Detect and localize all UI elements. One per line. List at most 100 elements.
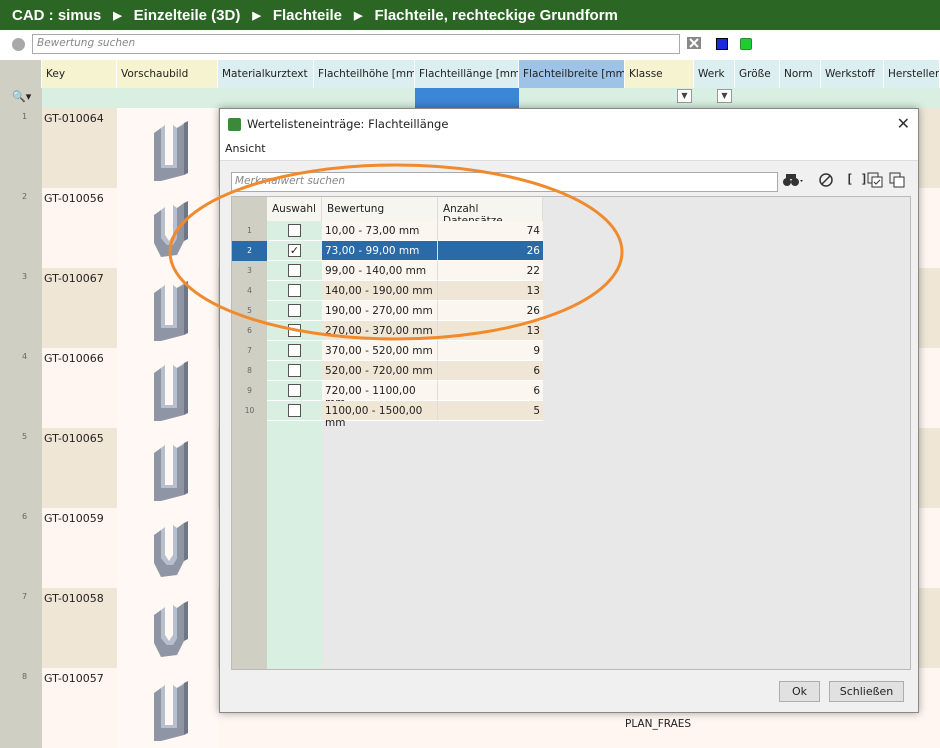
value-row-number: 3 xyxy=(247,266,252,275)
value-count: 22 xyxy=(438,261,543,281)
ok-button[interactable]: Ok xyxy=(779,681,820,702)
checkbox[interactable] xyxy=(288,364,301,377)
value-row-number: 10 xyxy=(244,406,255,415)
value-row[interactable]: 6 270,00 - 370,00 mm 13 xyxy=(232,321,543,341)
breadcrumb-item[interactable]: CAD : simus xyxy=(0,7,113,24)
value-row-number: 4 xyxy=(247,286,252,295)
checkbox[interactable] xyxy=(288,404,301,417)
col-header-11[interactable]: Hersteller xyxy=(884,60,940,88)
col-header-0[interactable]: Key xyxy=(42,60,117,88)
col-header-6[interactable]: Klasse xyxy=(625,60,694,88)
breadcrumb-item[interactable]: Flachteile, rechteckige Grundform xyxy=(363,7,630,24)
checkbox[interactable] xyxy=(288,284,301,297)
value-label: 190,00 - 270,00 mm xyxy=(322,301,438,321)
value-label: 10,00 - 73,00 mm xyxy=(322,221,438,241)
no-filter-icon[interactable] xyxy=(818,172,834,192)
breadcrumb-item[interactable]: Flachteile xyxy=(261,7,354,24)
dialog-app-icon xyxy=(228,117,241,131)
preview-image xyxy=(117,668,218,748)
col-header-7[interactable]: Werk xyxy=(694,60,735,88)
checkbox[interactable] xyxy=(288,264,301,277)
dialog-titlebar: Wertelisteneinträge: Flachteillänge ✕ xyxy=(220,109,918,139)
value-count: 5 xyxy=(438,401,543,421)
checkbox[interactable] xyxy=(288,324,301,337)
value-row[interactable]: 1 10,00 - 73,00 mm 74 xyxy=(232,221,543,241)
value-label: 73,00 - 99,00 mm xyxy=(322,241,438,261)
binoculars-icon[interactable] xyxy=(782,172,806,192)
checkbox[interactable] xyxy=(288,304,301,317)
checkbox[interactable] xyxy=(288,384,301,397)
status-circle-icon xyxy=(12,37,25,51)
schliessen-button[interactable]: Schließen xyxy=(829,681,904,702)
preview-image xyxy=(117,428,218,508)
filter-row: 🔍▾ ▼ ▼ xyxy=(0,88,940,108)
value-row[interactable]: 2 ✓ 73,00 - 99,00 mm 26 xyxy=(232,241,543,261)
value-label: 99,00 - 140,00 mm xyxy=(322,261,438,281)
value-count: 13 xyxy=(438,321,543,341)
value-count: 26 xyxy=(438,241,543,261)
copy-checked-icon[interactable] xyxy=(867,172,883,192)
search-bar: Bewertung suchen xyxy=(0,30,940,58)
row-key: GT-010057 xyxy=(42,668,117,748)
menu-ansicht[interactable]: Ansicht xyxy=(225,142,266,155)
preview-image xyxy=(117,348,218,428)
copy-icon[interactable] xyxy=(889,172,905,192)
value-row-number: 1 xyxy=(247,226,252,235)
row-number: 1 xyxy=(0,108,42,188)
breadcrumb-item[interactable]: Einzelteile (3D) xyxy=(122,7,253,24)
value-row[interactable]: 8 520,00 - 720,00 mm 6 xyxy=(232,361,543,381)
close-icon[interactable]: ✕ xyxy=(897,114,910,133)
value-label: 270,00 - 370,00 mm xyxy=(322,321,438,341)
value-count: 74 xyxy=(438,221,543,241)
value-row-number: 9 xyxy=(247,386,252,395)
row-number: 8 xyxy=(0,668,42,748)
klasse-cell-text: PLAN_FRAES xyxy=(625,718,692,730)
filter-icon[interactable]: 🔍▾ xyxy=(12,90,31,103)
werk-dropdown[interactable]: ▼ xyxy=(717,89,732,103)
preview-image xyxy=(117,108,218,188)
value-row[interactable]: 4 140,00 - 190,00 mm 13 xyxy=(232,281,543,301)
value-search-input[interactable]: Merkmalwert suchen xyxy=(231,172,778,192)
col-header-bewertung[interactable]: Bewertung xyxy=(322,197,438,221)
value-row[interactable]: 5 190,00 - 270,00 mm 26 xyxy=(232,301,543,321)
active-filter-cell[interactable] xyxy=(415,88,519,108)
klasse-dropdown[interactable]: ▼ xyxy=(677,89,692,103)
row-number: 5 xyxy=(0,428,42,508)
col-header-2[interactable]: Materialkurztext xyxy=(218,60,314,88)
value-row[interactable]: 3 99,00 - 140,00 mm 22 xyxy=(232,261,543,281)
value-row-number: 8 xyxy=(247,366,252,375)
row-key: GT-010065 xyxy=(42,428,117,508)
value-row[interactable]: 10 1100,00 - 1500,00 mm 5 xyxy=(232,401,543,429)
col-header-9[interactable]: Norm xyxy=(780,60,821,88)
value-count: 13 xyxy=(438,281,543,301)
value-count: 6 xyxy=(438,361,543,381)
row-number: 7 xyxy=(0,588,42,668)
col-header-auswahl[interactable]: Auswahl xyxy=(267,197,322,221)
checkbox[interactable] xyxy=(288,344,301,357)
value-row-number: 2 xyxy=(232,241,267,261)
value-row[interactable]: 9 720,00 - 1100,00 mm 6 xyxy=(232,381,543,409)
value-row-number: 7 xyxy=(247,346,252,355)
blue-square-icon[interactable] xyxy=(716,38,728,50)
row-number: 6 xyxy=(0,508,42,588)
green-square-icon[interactable] xyxy=(740,38,752,50)
search-input[interactable]: Bewertung suchen xyxy=(32,34,680,54)
row-number: 4 xyxy=(0,348,42,428)
col-header-anzahl[interactable]: Anzahl Datensätze xyxy=(438,197,543,227)
row-key: GT-010066 xyxy=(42,348,117,428)
col-header-8[interactable]: Größe xyxy=(735,60,780,88)
preview-image xyxy=(117,588,218,668)
col-header-4[interactable]: Flachteillänge [mm] xyxy=(415,60,519,88)
col-header-5[interactable]: Flachteilbreite [mm] xyxy=(519,60,625,88)
brackets-icon[interactable]: [ ] xyxy=(846,172,868,192)
value-row[interactable]: 7 370,00 - 520,00 mm 9 xyxy=(232,341,543,361)
checkbox[interactable] xyxy=(288,224,301,237)
checkbox-checked[interactable]: ✓ xyxy=(288,244,301,257)
row-key: GT-010058 xyxy=(42,588,117,668)
col-header-10[interactable]: Werkstoff xyxy=(821,60,884,88)
col-header-1[interactable]: Vorschaubild xyxy=(117,60,218,88)
clear-search-icon[interactable] xyxy=(686,35,704,54)
value-label: 140,00 - 190,00 mm xyxy=(322,281,438,301)
row-key: GT-010059 xyxy=(42,508,117,588)
col-header-3[interactable]: Flachteilhöhe [mm] xyxy=(314,60,415,88)
